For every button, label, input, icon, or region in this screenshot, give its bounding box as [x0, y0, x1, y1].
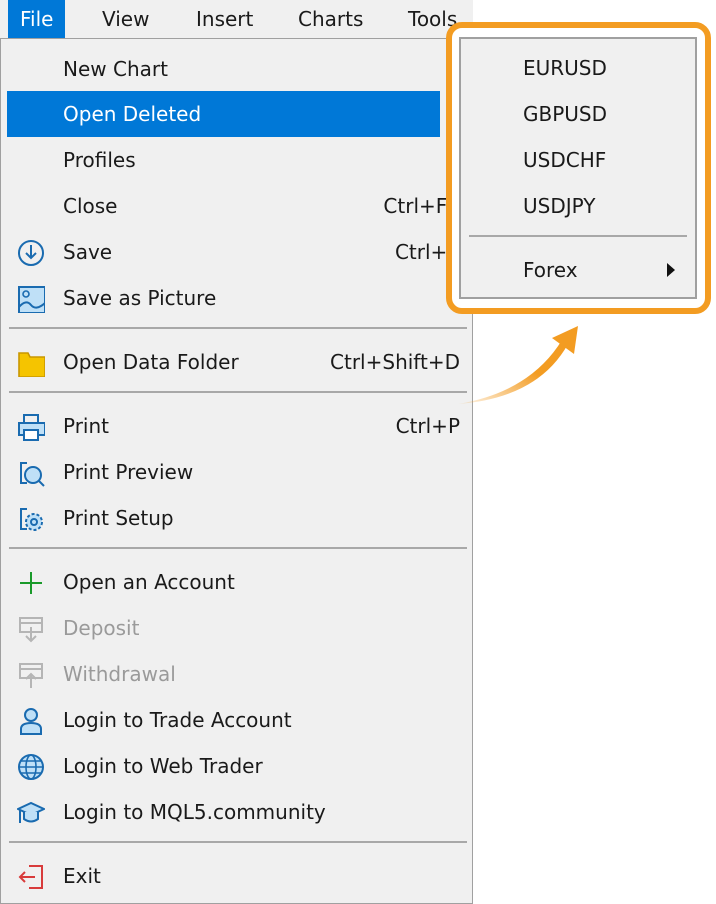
- submenu-item-label: EURUSD: [523, 56, 607, 80]
- submenu-item-usdjpy[interactable]: USDJPY: [461, 183, 695, 229]
- menu-item-label: Open Deleted: [63, 102, 202, 126]
- menu-file[interactable]: File: [8, 0, 66, 38]
- menu-separator: [9, 327, 467, 329]
- menu-item-label: Withdrawal: [63, 662, 176, 686]
- callout-arrow-icon: [458, 326, 578, 404]
- menu-item-label: Close: [63, 194, 118, 218]
- menu-item-new-chart[interactable]: New Chart: [7, 46, 440, 92]
- menu-item-label: Deposit: [63, 616, 140, 640]
- menu-item-deposit: Deposit: [7, 605, 440, 651]
- file-menu: New Chart Open Deleted Profiles Close Ct…: [0, 38, 473, 904]
- menu-item-label: Profiles: [63, 148, 136, 172]
- menu-separator: [9, 841, 467, 843]
- menu-item-print-preview[interactable]: Print Preview: [7, 449, 440, 495]
- menu-item-exit[interactable]: Exit: [7, 853, 440, 899]
- submenu-item-eurusd[interactable]: EURUSD: [461, 45, 695, 91]
- menu-item-label: Exit: [63, 864, 101, 888]
- submenu-item-label: USDJPY: [523, 194, 596, 218]
- submenu-item-forex[interactable]: Forex: [461, 247, 695, 293]
- menu-item-label: New Chart: [63, 57, 168, 81]
- menu-separator: [9, 391, 467, 393]
- menu-item-label: Save: [63, 240, 113, 264]
- menu-insert[interactable]: Insert: [184, 0, 265, 38]
- globe-icon: [18, 754, 44, 780]
- submenu-item-gbpusd[interactable]: GBPUSD: [461, 91, 695, 137]
- menu-charts[interactable]: Charts: [286, 0, 375, 38]
- printer-icon: [18, 414, 45, 441]
- menu-item-label: Open Data Folder: [63, 350, 239, 374]
- deposit-icon: [19, 617, 43, 643]
- menu-item-label: Login to Trade Account: [63, 708, 292, 732]
- menu-item-label: Login to Web Trader: [63, 754, 263, 778]
- menu-item-open-account[interactable]: Open an Account: [7, 559, 440, 605]
- menu-item-label: Save as Picture: [63, 286, 217, 310]
- menu-item-withdrawal: Withdrawal: [7, 651, 440, 697]
- graduation-cap-icon: [17, 801, 45, 823]
- menu-item-close[interactable]: Close Ctrl+F4: [7, 183, 460, 229]
- exit-icon: [18, 865, 43, 889]
- picture-icon: [18, 286, 45, 313]
- menu-view[interactable]: View: [90, 0, 161, 38]
- open-deleted-submenu: EURUSD GBPUSD USDCHF USDJPY Forex: [459, 37, 697, 299]
- menu-item-login-mql5[interactable]: Login to MQL5.community: [7, 789, 440, 835]
- submenu-item-usdchf[interactable]: USDCHF: [461, 137, 695, 183]
- menu-item-open-deleted[interactable]: Open Deleted: [7, 91, 440, 137]
- folder-icon: [18, 352, 45, 377]
- menu-item-print-setup[interactable]: Print Setup: [7, 495, 440, 541]
- menu-item-save[interactable]: Save Ctrl+S: [7, 229, 460, 275]
- menu-item-label: Print: [63, 414, 110, 438]
- menu-bar: File View Insert Charts Tools: [0, 0, 473, 38]
- submenu-item-label: USDCHF: [523, 148, 607, 172]
- plus-icon: [20, 572, 42, 594]
- save-icon: [18, 240, 44, 266]
- menu-item-print[interactable]: Print Ctrl+P: [7, 403, 460, 449]
- print-setup-icon: [20, 508, 43, 531]
- menu-item-login-trade-account[interactable]: Login to Trade Account: [7, 697, 440, 743]
- print-preview-icon: [20, 462, 45, 487]
- menu-item-profiles[interactable]: Profiles: [7, 137, 440, 183]
- menu-item-label: Print Setup: [63, 506, 174, 530]
- submenu-item-label: Forex: [523, 258, 578, 282]
- menu-item-login-web-trader[interactable]: Login to Web Trader: [7, 743, 440, 789]
- menu-item-label: Print Preview: [63, 460, 194, 484]
- menu-item-open-data-folder[interactable]: Open Data Folder Ctrl+Shift+D: [7, 339, 460, 385]
- submenu-separator: [469, 235, 687, 237]
- withdrawal-icon: [19, 663, 43, 688]
- menu-item-label: Open an Account: [63, 570, 235, 594]
- submenu-item-label: GBPUSD: [523, 102, 608, 126]
- submenu-arrow-icon: [667, 263, 675, 277]
- menu-item-save-as-picture[interactable]: Save as Picture: [7, 275, 440, 321]
- menu-separator: [9, 547, 467, 549]
- user-icon: [20, 708, 42, 735]
- menu-item-label: Login to MQL5.community: [63, 800, 326, 824]
